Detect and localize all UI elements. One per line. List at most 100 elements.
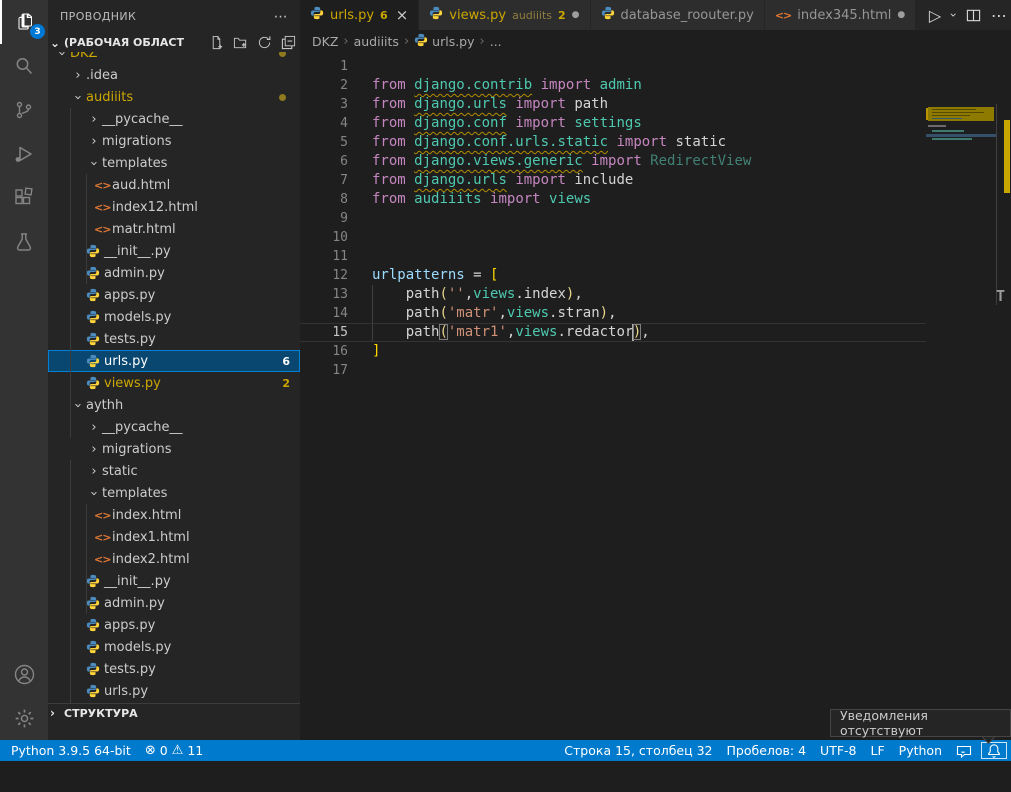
- line-number[interactable]: 10: [300, 228, 348, 247]
- dirty-indicator-icon[interactable]: ●: [572, 10, 580, 20]
- line-number[interactable]: 6: [300, 152, 348, 171]
- status-python-interpreter[interactable]: Python 3.9.5 64-bit: [4, 740, 138, 761]
- status-problems[interactable]: ⊗0⚠︎11: [138, 740, 210, 761]
- tree-item-models-py[interactable]: models.py: [48, 306, 300, 328]
- explorer-icon[interactable]: 3: [0, 0, 50, 44]
- run-debug-icon[interactable]: [0, 132, 48, 176]
- structure-section-header[interactable]: › СТРУКТУРА: [48, 703, 300, 722]
- split-editor-icon[interactable]: [966, 8, 981, 23]
- extensions-icon[interactable]: [0, 176, 48, 220]
- line-number[interactable]: 1: [300, 57, 348, 76]
- code-line-15[interactable]: 15 path('matr1',views.redactor),: [300, 323, 926, 342]
- line-number[interactable]: 5: [300, 133, 348, 152]
- tab-index345-html[interactable]: <>index345.html●: [765, 0, 916, 30]
- line-number[interactable]: 2: [300, 76, 348, 95]
- tree-item-models-py[interactable]: models.py: [48, 636, 300, 658]
- tree-item-migrations[interactable]: ›migrations: [48, 130, 300, 152]
- tree-item-audiiits[interactable]: ›audiiits: [48, 86, 300, 108]
- tree-item-migrations[interactable]: ›migrations: [48, 438, 300, 460]
- code-line-1[interactable]: 1: [300, 57, 926, 76]
- code-line-6[interactable]: 6from django.views.generic import Redire…: [300, 152, 926, 171]
- status-encoding[interactable]: UTF-8: [813, 740, 863, 761]
- code-line-2[interactable]: 2from django.contrib import admin: [300, 76, 926, 95]
- line-number[interactable]: 3: [300, 95, 348, 114]
- breadcrumb-item[interactable]: urls.py: [414, 33, 474, 50]
- code-editor[interactable]: 12from django.contrib import admin3from …: [300, 52, 1011, 740]
- code-line-3[interactable]: 3from django.urls import path: [300, 95, 926, 114]
- source-control-icon[interactable]: [0, 88, 48, 132]
- tree-item--idea[interactable]: ›.idea: [48, 64, 300, 86]
- status-feedback[interactable]: [949, 740, 979, 761]
- code-line-9[interactable]: 9: [300, 209, 926, 228]
- refresh-icon[interactable]: [256, 35, 272, 51]
- line-number[interactable]: 9: [300, 209, 348, 228]
- code-line-4[interactable]: 4from django.conf import settings: [300, 114, 926, 133]
- chevron-right-icon: ›: [86, 134, 102, 149]
- tree-item-views-py[interactable]: views.py2: [48, 372, 300, 394]
- breadcrumb-item[interactable]: audiiits: [354, 34, 399, 49]
- line-number[interactable]: 8: [300, 190, 348, 209]
- tab-description: audiiits: [512, 9, 552, 22]
- code-line-11[interactable]: 11: [300, 247, 926, 266]
- line-number[interactable]: 16: [300, 342, 348, 361]
- tree-item-urls-py[interactable]: urls.py6: [48, 350, 300, 372]
- line-number[interactable]: 15: [300, 323, 348, 342]
- line-number[interactable]: 13: [300, 285, 348, 304]
- search-icon[interactable]: [0, 44, 48, 88]
- line-number[interactable]: 7: [300, 171, 348, 190]
- sidebar-more-icon[interactable]: ⋯: [274, 9, 288, 25]
- code-line-16[interactable]: 16]: [300, 342, 926, 361]
- tree-item-urls-py[interactable]: urls.py: [48, 680, 300, 702]
- status-notifications-bell[interactable]: [979, 740, 1009, 761]
- tree-item-apps-py[interactable]: apps.py: [48, 284, 300, 306]
- status-eol[interactable]: LF: [864, 740, 892, 761]
- tree-item-templates[interactable]: ›templates: [48, 482, 300, 504]
- line-number[interactable]: 11: [300, 247, 348, 266]
- run-dropdown-icon[interactable]: ›: [947, 13, 961, 18]
- collapse-all-icon[interactable]: [280, 35, 296, 51]
- code-line-17[interactable]: 17: [300, 361, 926, 380]
- breadcrumb-item[interactable]: DKZ: [312, 34, 338, 49]
- tree-item-static[interactable]: ›static: [48, 460, 300, 482]
- tree-item--pycache-[interactable]: ›__pycache__: [48, 416, 300, 438]
- workspace-section-header[interactable]: ⌄ (РАБОЧАЯ ОБЛАСТЬ) ...: [48, 33, 300, 52]
- tree-item-aythh[interactable]: ›aythh: [48, 394, 300, 416]
- tree-item-templates[interactable]: ›templates: [48, 152, 300, 174]
- code-line-13[interactable]: 13 path('',views.index),: [300, 285, 926, 304]
- minimap[interactable]: [926, 104, 996, 792]
- line-number[interactable]: 4: [300, 114, 348, 133]
- scrollbar[interactable]: [996, 104, 1011, 792]
- tab-database-roouter-py[interactable]: database_roouter.py: [591, 0, 765, 30]
- new-folder-icon[interactable]: [232, 35, 248, 51]
- run-icon[interactable]: ▷: [929, 6, 941, 25]
- tab-views-py[interactable]: views.pyaudiiits2●: [419, 0, 590, 30]
- code-line-7[interactable]: 7from django.urls import include: [300, 171, 926, 190]
- tree-item-label: migrations: [102, 134, 172, 149]
- close-icon[interactable]: ×: [396, 8, 409, 23]
- dirty-indicator-icon[interactable]: ●: [897, 10, 905, 20]
- status-language-mode[interactable]: Python: [892, 740, 949, 761]
- tree-item-tests-py[interactable]: tests.py: [48, 328, 300, 350]
- code-line-8[interactable]: 8from audiiits import views: [300, 190, 926, 209]
- settings-icon[interactable]: [0, 696, 48, 740]
- new-file-icon[interactable]: [208, 35, 224, 51]
- html-file-icon: <>: [94, 553, 112, 566]
- tree-item-tests-py[interactable]: tests.py: [48, 658, 300, 680]
- tree-item-dkz[interactable]: ›DKZ: [48, 52, 300, 64]
- tree-item-apps-py[interactable]: apps.py: [48, 614, 300, 636]
- code-line-10[interactable]: 10: [300, 228, 926, 247]
- line-number[interactable]: 17: [300, 361, 348, 380]
- breadcrumb-item[interactable]: ...: [490, 34, 502, 49]
- tree-item--pycache-[interactable]: ›__pycache__: [48, 108, 300, 130]
- line-number[interactable]: 14: [300, 304, 348, 323]
- code-line-5[interactable]: 5from django.conf.urls.static import sta…: [300, 133, 926, 152]
- status-cursor-position[interactable]: Строка 15, столбец 32: [557, 740, 719, 761]
- code-line-12[interactable]: 12urlpatterns = [: [300, 266, 926, 285]
- line-number[interactable]: 12: [300, 266, 348, 285]
- tab-urls-py[interactable]: urls.py6×: [300, 0, 419, 30]
- code-line-14[interactable]: 14 path('matr',views.stran),: [300, 304, 926, 323]
- more-actions-icon[interactable]: ⋯: [991, 6, 1007, 25]
- status-indentation[interactable]: Пробелов: 4: [720, 740, 814, 761]
- account-icon[interactable]: [0, 652, 48, 696]
- testing-icon[interactable]: [0, 220, 48, 264]
